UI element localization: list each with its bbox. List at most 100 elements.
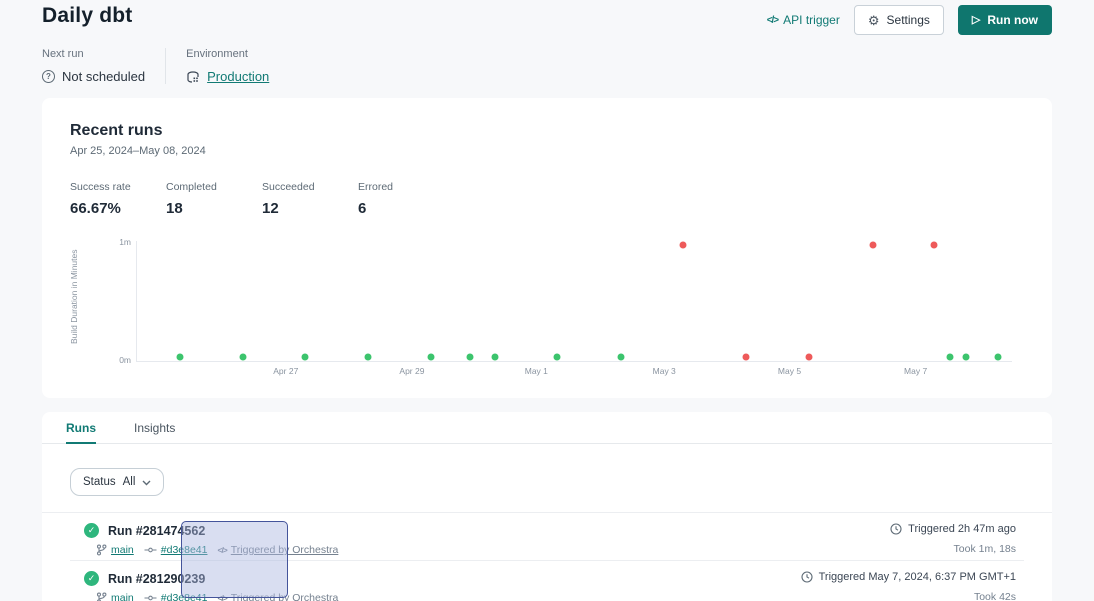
chart-point[interactable] [302,354,309,361]
code-icon: </> [767,15,778,26]
chart-point[interactable] [806,354,813,361]
build-duration-chart: Build Duration in Minutes 1m 0m Apr 27Ap… [70,233,1024,381]
status-filter-value: All [123,476,136,488]
chart-point[interactable] [869,241,876,248]
page-header: Daily dbt </> API trigger ⚙ Settings ▷ R… [42,0,1052,35]
branch-link[interactable]: main [111,544,134,556]
stat-label: Errored [358,181,420,193]
x-tick-label: May 7 [904,366,927,376]
help-circle-icon: ? [42,70,55,83]
stat-label: Completed [166,181,228,193]
environment-value-row: Production [186,69,269,84]
trigger-source-link[interactable]: Triggered by Orchestra [231,592,339,601]
git-commit-icon [144,546,157,554]
chart-point[interactable] [365,354,372,361]
chart-point[interactable] [743,354,750,361]
code-icon: </> [217,545,226,555]
play-icon: ▷ [972,15,980,26]
api-trigger-label: API trigger [783,13,840,27]
runs-list: ✓ Run #281474562 main [42,513,1052,601]
success-check-icon: ✓ [84,571,99,586]
took-text: Took 1m, 18s [890,543,1016,555]
environment-icon [186,70,200,84]
status-filter-label: Status [83,476,116,488]
tab-insights[interactable]: Insights [134,412,175,443]
stat-value: 66.67% [70,200,132,217]
chart-y-axis-label: Build Duration in Minutes [69,237,79,357]
stat-success-rate: Success rate 66.67% [70,181,132,217]
took-text: Took 42s [801,591,1016,601]
stat-errored: Errored 6 [358,181,420,217]
chart-point[interactable] [680,241,687,248]
chart-point[interactable] [617,354,624,361]
chart-point[interactable] [239,354,246,361]
run-right: Triggered May 7, 2024, 6:37 PM GMT+1 Too… [801,571,1016,601]
commit-link[interactable]: #d3e8e41 [161,592,208,601]
run-now-button[interactable]: ▷ Run now [958,5,1052,35]
branch-item: main [96,592,134,601]
x-tick-label: Apr 27 [273,366,298,376]
run-title: Run #281474562 [108,524,205,538]
runs-card: Runs Insights Status All ✓ [42,412,1052,601]
chevron-down-icon [142,480,151,486]
next-run-group: Next run ? Not scheduled [42,48,145,84]
settings-button[interactable]: ⚙ Settings [854,5,944,35]
environment-link[interactable]: Production [207,69,269,84]
triggered-text: Triggered May 7, 2024, 6:37 PM GMT+1 [819,571,1016,583]
next-run-label: Next run [42,48,145,60]
run-row-281290239[interactable]: ✓ Run #281290239 main [70,561,1024,601]
run-title: Run #281290239 [108,572,205,586]
commit-item: #d3e8e41 [144,592,208,601]
next-run-value-row: ? Not scheduled [42,69,145,84]
api-trigger-link[interactable]: </> API trigger [767,13,840,27]
status-filter-dropdown[interactable]: Status All [70,468,164,496]
stat-value: 6 [358,200,420,217]
chart-x-ticks: Apr 27Apr 29May 1May 3May 5May 7 [136,366,1012,378]
x-tick-label: Apr 29 [399,366,424,376]
recent-runs-card: Recent runs Apr 25, 2024–May 08, 2024 Su… [42,98,1052,398]
recent-runs-title: Recent runs [70,122,1024,140]
chart-point[interactable] [554,354,561,361]
environment-label: Environment [186,48,269,60]
x-tick-label: May 1 [525,366,548,376]
stat-completed: Completed 18 [166,181,228,217]
page-title: Daily dbt [42,4,132,28]
chart-point[interactable] [962,354,969,361]
chart-point[interactable] [491,354,498,361]
chart-point[interactable] [427,354,434,361]
commit-link[interactable]: #d3e8e41 [161,544,208,556]
settings-label: Settings [887,13,930,27]
y-tick-0m: 0m [119,355,131,365]
branch-link[interactable]: main [111,592,134,601]
run-right: Triggered 2h 47m ago Took 1m, 18s [890,523,1016,555]
stat-value: 12 [262,200,324,217]
run-sub-row: main #d3e8e41 </> Trigg [96,544,338,556]
page: Daily dbt </> API trigger ⚙ Settings ▷ R… [0,0,1094,601]
stat-succeeded: Succeeded 12 [262,181,324,217]
clock-icon [801,571,813,583]
environment-group: Environment Production [186,48,269,84]
run-row-281474562[interactable]: ✓ Run #281474562 main [70,513,1024,561]
tabbar: Runs Insights [42,412,1052,444]
filter-row: Status All [42,444,1052,496]
tab-runs[interactable]: Runs [66,412,96,443]
stat-label: Success rate [70,181,132,193]
run-left: ✓ Run #281474562 main [84,523,338,556]
chart-point[interactable] [931,241,938,248]
chart-point[interactable] [176,354,183,361]
trigger-source-link[interactable]: Triggered by Orchestra [231,544,339,556]
success-check-icon: ✓ [84,523,99,538]
branch-item: main [96,544,134,556]
trigger-item: </> Triggered by Orchestra [217,592,338,601]
run-left: ✓ Run #281290239 main [84,571,338,601]
chart-point[interactable] [466,354,473,361]
run-now-label: Run now [987,13,1038,27]
git-branch-icon [96,592,107,601]
gear-icon: ⚙ [868,14,880,27]
chart-point[interactable] [946,354,953,361]
job-meta-row: Next run ? Not scheduled Environment [42,48,269,84]
next-run-value: Not scheduled [62,69,145,84]
x-tick-label: May 3 [653,366,676,376]
meta-divider [165,48,166,84]
chart-point[interactable] [995,354,1002,361]
